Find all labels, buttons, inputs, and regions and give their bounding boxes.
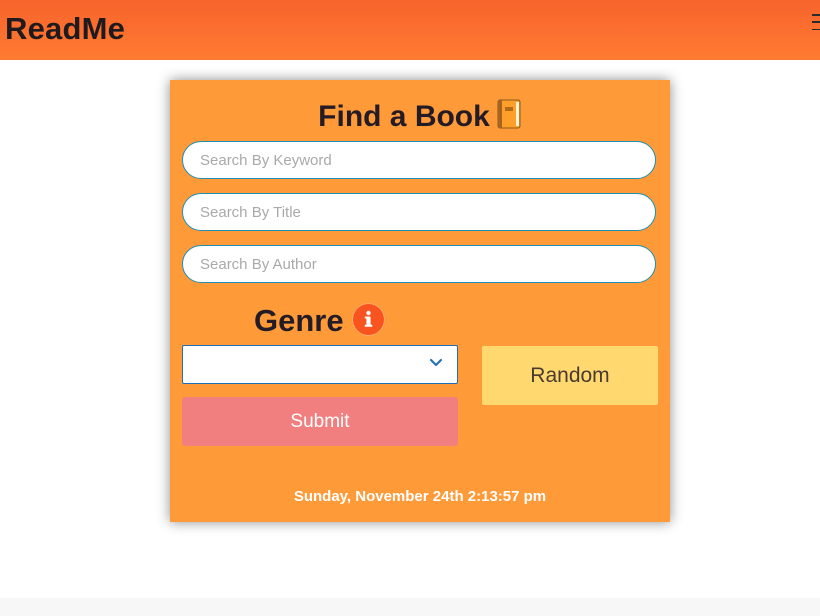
keyword-search-input[interactable] (182, 141, 656, 179)
random-button[interactable]: Random (482, 346, 658, 405)
author-search-input[interactable] (182, 245, 656, 283)
title-search-input[interactable] (182, 193, 656, 231)
card-title: Find a Book (170, 99, 670, 135)
card-title-text: Find a Book (318, 100, 490, 133)
current-datetime: Sunday, November 24th 2:13:57 pm (293, 488, 547, 505)
chevron-down-icon (429, 358, 443, 367)
brand-logo[interactable]: ReadMe (5, 10, 125, 48)
navbar: ReadMe (0, 0, 820, 60)
genre-select[interactable] (182, 345, 458, 384)
hamburger-icon[interactable] (812, 14, 820, 30)
search-card: Find a Book Genre Submit Random Sunday, … (170, 80, 670, 522)
submit-button[interactable]: Submit (182, 397, 458, 446)
book-icon (496, 99, 522, 129)
footer-strip (0, 598, 820, 616)
info-icon[interactable] (352, 303, 385, 336)
genre-label: Genre (254, 303, 344, 338)
